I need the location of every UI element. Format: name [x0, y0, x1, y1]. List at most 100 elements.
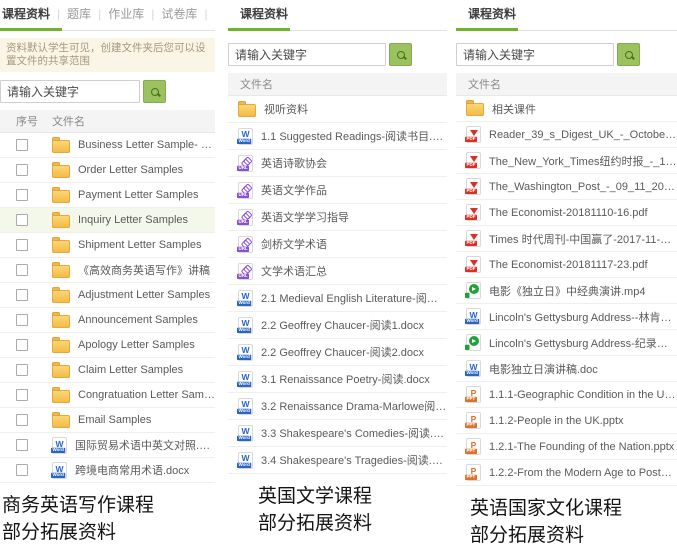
file-row[interactable]: 相关课件: [456, 96, 677, 122]
row-checkbox[interactable]: [16, 289, 28, 301]
file-row[interactable]: 《高效商务英语写作》讲稿: [0, 258, 215, 283]
search-input[interactable]: [456, 43, 614, 66]
file-name[interactable]: Announcement Samples: [78, 314, 198, 326]
file-row[interactable]: PDFTimes 时代周刊-中国赢了-2017-11-13.pdf: [456, 226, 677, 252]
file-name[interactable]: 1.1.1-Geographic Condition in the UK.ppt…: [489, 389, 677, 401]
file-row[interactable]: PDFThe Economist-20181110-16.pdf: [456, 200, 677, 226]
file-name[interactable]: 1.1 Suggested Readings-阅读书目.docx: [261, 128, 447, 144]
file-name[interactable]: Order Letter Samples: [78, 164, 183, 176]
file-name[interactable]: 1.2.1-The Founding of the Nation.pptx: [489, 441, 674, 453]
row-checkbox[interactable]: [16, 389, 28, 401]
file-name[interactable]: 1.1.2-People in the UK.pptx: [489, 415, 624, 427]
file-row[interactable]: WWord2.2 Geoffrey Chaucer-阅读1.docx: [228, 312, 447, 339]
file-name[interactable]: Apology Letter Samples: [78, 339, 195, 351]
file-row[interactable]: Shipment Letter Samples: [0, 233, 215, 258]
file-row[interactable]: WWord3.2 Renaissance Drama-Marlowe阅读.doc…: [228, 393, 447, 420]
file-name[interactable]: 电影独立日演讲稿.doc: [489, 361, 598, 377]
row-checkbox[interactable]: [16, 314, 28, 326]
file-name[interactable]: 跨境电商常用术语.docx: [75, 462, 189, 478]
file-row[interactable]: WWord3.3 Shakespeare's Comedies-阅读.docx: [228, 420, 447, 447]
row-checkbox[interactable]: [16, 239, 28, 251]
file-row[interactable]: WWord1.1 Suggested Readings-阅读书目.docx: [228, 123, 447, 150]
tab-question-bank[interactable]: 题库: [67, 5, 108, 23]
file-row[interactable]: Business Letter Sample- Format: [0, 133, 215, 158]
tab-homework-bank[interactable]: 作业库: [108, 5, 161, 23]
file-row[interactable]: URL文学术语汇总: [228, 258, 447, 285]
file-name[interactable]: 3.3 Shakespeare's Comedies-阅读.docx: [261, 425, 447, 441]
file-row[interactable]: Order Letter Samples: [0, 158, 215, 183]
file-name[interactable]: 1.2.2-From the Modern Age to Postwar Bri…: [489, 467, 677, 479]
row-checkbox[interactable]: [16, 339, 28, 351]
file-name[interactable]: The Economist-20181110-16.pdf: [489, 207, 648, 219]
file-name[interactable]: 2.2 Geoffrey Chaucer-阅读1.docx: [261, 317, 424, 333]
file-row[interactable]: URL英语诗歌协会: [228, 150, 447, 177]
row-checkbox[interactable]: [16, 264, 28, 276]
search-button[interactable]: [617, 43, 640, 66]
file-row[interactable]: WWordLincoln's Gettysburg Address--林肯葛底斯…: [456, 304, 677, 330]
file-name[interactable]: Times 时代周刊-中国赢了-2017-11-13.pdf: [489, 231, 677, 247]
file-name[interactable]: Congratuation Letter Samples: [78, 389, 215, 401]
file-row[interactable]: Lincoln's Gettysburg Address-纪录片视频-搜狐视频.…: [456, 330, 677, 356]
row-checkbox[interactable]: [16, 164, 28, 176]
file-name[interactable]: Lincoln's Gettysburg Address--林肯葛底斯堡演说.d…: [489, 309, 677, 325]
file-row[interactable]: Congratuation Letter Samples: [0, 383, 215, 408]
row-checkbox[interactable]: [16, 139, 28, 151]
file-row[interactable]: WWord电影独立日演讲稿.doc: [456, 356, 677, 382]
file-row[interactable]: WWord3.1 Renaissance Poetry-阅读.docx: [228, 366, 447, 393]
file-name[interactable]: 2.2 Geoffrey Chaucer-阅读2.docx: [261, 344, 424, 360]
file-name[interactable]: Reader_39_s_Digest_UK_-_October_2018.pdf: [489, 129, 677, 141]
search-input[interactable]: [0, 80, 140, 103]
file-row[interactable]: PDFThe_New_York_Times纽约时报_-_12_04_2019.p…: [456, 148, 677, 174]
tab-course-materials[interactable]: 课程资料: [468, 5, 516, 23]
file-row[interactable]: PDFThe Economist-20181117-23.pdf: [456, 252, 677, 278]
file-name[interactable]: 国际贸易术语中英文对照.docx: [75, 437, 215, 453]
file-name[interactable]: Lincoln's Gettysburg Address-纪录片视频-搜狐视频.…: [489, 335, 677, 351]
file-name[interactable]: The_New_York_Times纽约时报_-_12_04_2019.pdf: [489, 153, 677, 169]
tab-exam-bank[interactable]: 试卷库: [161, 5, 214, 23]
row-checkbox[interactable]: [16, 414, 28, 426]
file-name[interactable]: 3.4 Shakespeare's Tragedies-阅读.docx: [261, 452, 447, 468]
row-checkbox[interactable]: [16, 214, 28, 226]
file-name[interactable]: 视听资料: [264, 101, 308, 117]
file-name[interactable]: 3.1 Renaissance Poetry-阅读.docx: [261, 371, 430, 387]
file-name[interactable]: Claim Letter Samples: [78, 364, 183, 376]
file-name[interactable]: 电影《独立日》中经典演讲.mp4: [489, 283, 645, 299]
file-row[interactable]: Apology Letter Samples: [0, 333, 215, 358]
tab-course-materials[interactable]: 课程资料: [240, 5, 288, 23]
file-row[interactable]: URL剑桥文学术语: [228, 231, 447, 258]
file-name[interactable]: 《高效商务英语写作》讲稿: [78, 262, 210, 278]
file-row[interactable]: PPPT1.1.2-People in the UK.pptx: [456, 408, 677, 434]
file-name[interactable]: 剑桥文学术语: [261, 236, 327, 252]
file-row[interactable]: Adjustment Letter Samples: [0, 283, 215, 308]
file-row[interactable]: URL英语文学学习指导: [228, 204, 447, 231]
row-checkbox[interactable]: [16, 464, 28, 476]
row-checkbox[interactable]: [16, 189, 28, 201]
file-name[interactable]: 相关课件: [492, 101, 536, 117]
search-button[interactable]: [143, 80, 166, 103]
file-row[interactable]: WWord跨境电商常用术语.docx: [0, 458, 215, 483]
file-row[interactable]: 电影《独立日》中经典演讲.mp4: [456, 278, 677, 304]
file-row[interactable]: WWord2.2 Geoffrey Chaucer-阅读2.docx: [228, 339, 447, 366]
file-name[interactable]: Business Letter Sample- Format: [78, 139, 215, 151]
file-row[interactable]: Claim Letter Samples: [0, 358, 215, 383]
file-name[interactable]: The Economist-20181117-23.pdf: [489, 259, 648, 271]
file-row[interactable]: PDFReader_39_s_Digest_UK_-_October_2018.…: [456, 122, 677, 148]
file-name[interactable]: 英语诗歌协会: [261, 155, 327, 171]
file-name[interactable]: Shipment Letter Samples: [78, 239, 202, 251]
file-row[interactable]: WWord2.1 Medieval English Literature-阅读.…: [228, 285, 447, 312]
file-name[interactable]: 2.1 Medieval English Literature-阅读.docx: [261, 290, 447, 306]
file-row[interactable]: PPPT1.1.1-Geographic Condition in the UK…: [456, 382, 677, 408]
file-name[interactable]: 英语文学学习指导: [261, 209, 349, 225]
search-input[interactable]: [228, 43, 386, 66]
file-row[interactable]: PPPT1.2.2-From the Modern Age to Postwar…: [456, 460, 677, 486]
file-row[interactable]: Announcement Samples: [0, 308, 215, 333]
file-name[interactable]: Adjustment Letter Samples: [78, 289, 210, 301]
file-name[interactable]: Email Samples: [78, 414, 151, 426]
file-row[interactable]: Inquiry Letter Samples: [0, 208, 215, 233]
file-name[interactable]: The_Washington_Post_-_09_11_2018.pdf: [489, 181, 677, 193]
file-row[interactable]: WWord国际贸易术语中英文对照.docx: [0, 433, 215, 458]
file-row[interactable]: PDFThe_Washington_Post_-_09_11_2018.pdf: [456, 174, 677, 200]
file-row[interactable]: 视听资料: [228, 96, 447, 123]
file-name[interactable]: Payment Letter Samples: [78, 189, 198, 201]
file-name[interactable]: 文学术语汇总: [261, 263, 327, 279]
